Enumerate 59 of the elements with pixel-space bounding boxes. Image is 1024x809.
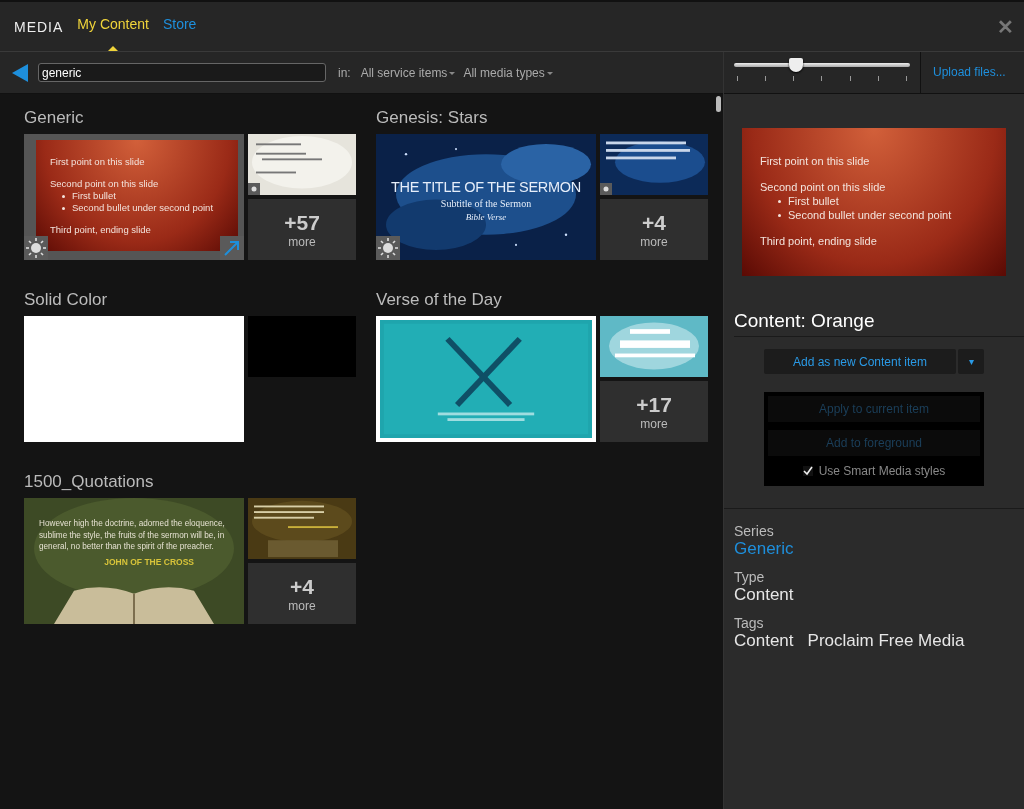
- slide-text: Third point, ending slide: [760, 234, 878, 248]
- series-title: Solid Color: [24, 290, 109, 310]
- detail-label: Series: [734, 523, 775, 539]
- detail-link[interactable]: Generic: [734, 539, 794, 559]
- quote-author: JOHN OF THE CROSS: [104, 556, 194, 567]
- slide-bullet: First bullet: [50, 190, 238, 202]
- slide-text: Second point on this slide: [50, 178, 160, 190]
- more-label: more: [640, 234, 668, 249]
- detail-value: Proclaim Free Media: [807, 631, 965, 651]
- slide-bullet: First bullet: [760, 194, 1006, 208]
- sun-icon[interactable]: [24, 236, 48, 260]
- series-title: 1500_Quotations: [24, 472, 155, 492]
- slide-text: First point on this slide: [50, 156, 146, 168]
- series-title: Generic: [24, 108, 85, 128]
- sun-icon[interactable]: [600, 183, 612, 195]
- add-button[interactable]: Add as new Content item: [764, 349, 956, 374]
- search-field[interactable]: generic: [38, 63, 326, 82]
- more-count: +4: [642, 210, 666, 235]
- more-count: +17: [636, 392, 672, 417]
- more-label: more: [640, 416, 668, 431]
- media-tile[interactable]: First point on this slide Second point on this slide First bullet Second bullet under second point Third point, ending slide: [24, 134, 244, 260]
- slide-text: Third point, ending slide: [50, 224, 152, 236]
- back-arrow-icon[interactable]: [12, 63, 28, 82]
- scrollbar[interactable]: [716, 96, 721, 112]
- detail-label: Tags: [734, 615, 765, 631]
- series-title: Genesis: Stars: [376, 108, 489, 128]
- slide-subtitle: Subtitle of the Sermon: [440, 197, 532, 209]
- preview-title: Content: Orange: [734, 310, 1024, 337]
- more-tile[interactable]: +17 more: [600, 381, 708, 442]
- dropdown-button[interactable]: ▾: [958, 349, 984, 374]
- slide-text: First point on this slide: [760, 154, 871, 168]
- detail-value: Content: [734, 631, 794, 651]
- brand-title: MEDIA: [14, 18, 64, 35]
- quote-text: However high the doctrine, adorned the eloquence, sublime the style, the fruits of the sermon will be, in general, no better than the spirit of the preacher.: [39, 518, 226, 553]
- checkbox[interactable]: [802, 466, 813, 476]
- more-tile[interactable]: +4 more: [600, 199, 708, 260]
- more-label: more: [288, 598, 316, 613]
- more-count: +57: [284, 210, 320, 235]
- filter-dropdown[interactable]: All media types: [463, 65, 553, 80]
- detail-value: Content: [734, 585, 794, 605]
- tab[interactable]: Store: [162, 2, 197, 51]
- filter-dropdown[interactable]: All service items: [360, 65, 456, 80]
- slider-thumb[interactable]: [788, 58, 803, 72]
- sun-icon[interactable]: [248, 183, 260, 195]
- more-tile[interactable]: +4 more: [248, 563, 356, 624]
- slide-verse: Bible Verse: [465, 211, 507, 222]
- slide-text: Second point on this slide: [760, 180, 887, 194]
- series-title: Verse of the Day: [376, 290, 503, 310]
- more-tile[interactable]: +57 more: [248, 199, 356, 260]
- more-label: more: [288, 234, 316, 249]
- checkbox-label: Use Smart Media styles: [818, 464, 946, 478]
- close-button[interactable]: ✕: [997, 14, 1014, 39]
- slide-bullet: Second bullet under second point: [50, 202, 238, 214]
- filter-label: in:: [338, 65, 351, 80]
- slide-bullet: Second bullet under second point: [760, 208, 1006, 222]
- sun-icon[interactable]: [376, 236, 400, 260]
- detail-label: Type: [734, 569, 766, 585]
- more-count: +4: [290, 574, 314, 599]
- slide-title: THE TITLE OF THE SERMON: [391, 178, 581, 195]
